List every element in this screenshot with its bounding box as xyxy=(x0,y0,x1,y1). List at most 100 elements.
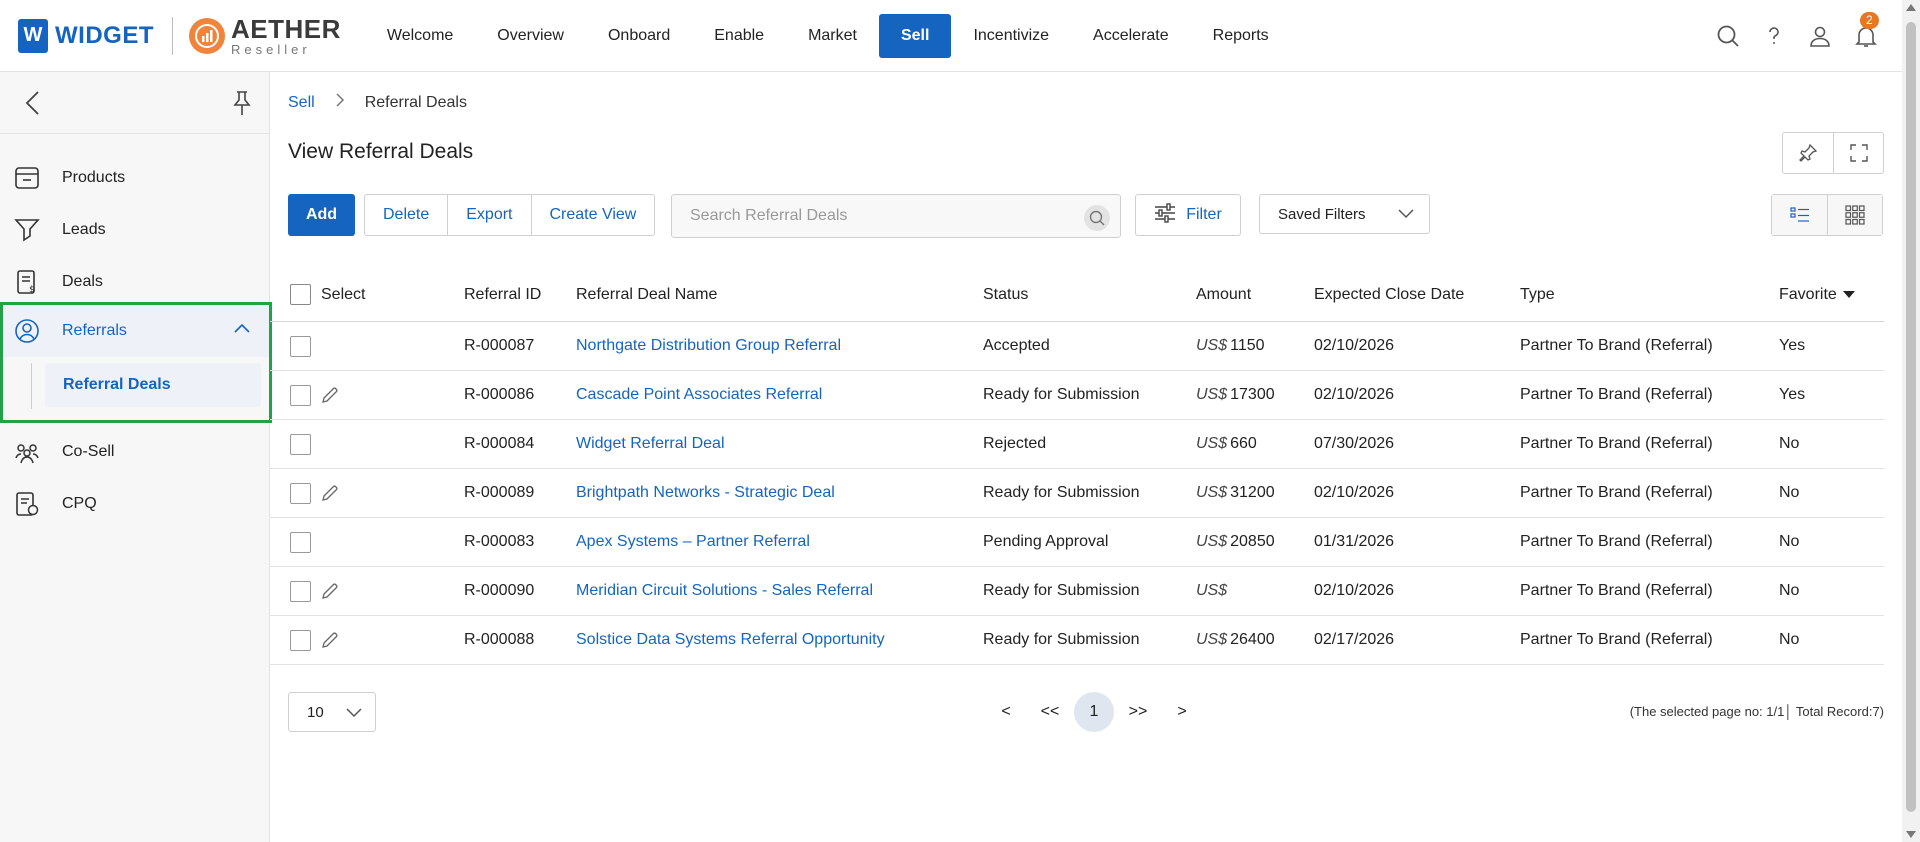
header-type[interactable]: Type xyxy=(1520,286,1779,304)
cell-status: Ready for Submission xyxy=(983,386,1140,403)
sidebar-group-referrals: Referrals Referral Deals xyxy=(0,302,272,423)
header-expected-close-date[interactable]: Expected Close Date xyxy=(1314,286,1520,304)
row-checkbox[interactable] xyxy=(290,384,311,406)
list-view-icon[interactable] xyxy=(1772,195,1827,235)
filter-label: Filter xyxy=(1186,206,1222,223)
page-number-button[interactable]: 1 xyxy=(1074,692,1114,732)
first-page-button[interactable]: << xyxy=(1028,703,1072,721)
nav-sell[interactable]: Sell xyxy=(878,13,952,58)
delete-button[interactable]: Delete xyxy=(365,195,447,235)
prev-page-button[interactable]: < xyxy=(984,703,1028,721)
brand-divider xyxy=(172,16,173,55)
cell-expected-close-date: 07/30/2026 xyxy=(1314,435,1395,452)
cell-deal-name-link[interactable]: Cascade Point Associates Referral xyxy=(576,386,983,404)
nav-onboard[interactable]: Onboard xyxy=(586,14,692,58)
edit-pencil-icon[interactable] xyxy=(321,582,339,600)
nav-overview[interactable]: Overview xyxy=(475,14,586,58)
nav-welcome[interactable]: Welcome xyxy=(365,14,475,58)
filter-button[interactable]: Filter xyxy=(1135,194,1241,236)
select-all-checkbox[interactable] xyxy=(290,284,311,305)
nav-market[interactable]: Market xyxy=(786,14,879,58)
brand-logo[interactable]: W WIDGET AETHER Reseller xyxy=(18,16,341,56)
table-row[interactable]: R-000089 Brightpath Networks - Strategic … xyxy=(270,469,1884,518)
pin-icon[interactable] xyxy=(1783,133,1833,173)
nav-enable[interactable]: Enable xyxy=(692,14,786,58)
row-checkbox[interactable] xyxy=(290,433,311,455)
table-row[interactable]: R-000090 Meridian Circuit Solutions - Sal… xyxy=(270,567,1884,616)
bell-icon[interactable]: 2 xyxy=(1854,12,1879,48)
table-row[interactable]: R-000088 Solstice Data Systems Referral O… xyxy=(270,616,1884,665)
help-icon[interactable] xyxy=(1762,24,1786,48)
sidebar-item-leads[interactable]: Leads xyxy=(0,204,269,256)
edit-pencil-icon[interactable] xyxy=(321,386,339,404)
cell-currency: US$ xyxy=(1196,484,1228,501)
cell-currency: US$ xyxy=(1196,337,1228,354)
header-amount[interactable]: Amount xyxy=(1196,286,1314,304)
row-checkbox[interactable] xyxy=(290,580,311,602)
sidebar-item-co-sell[interactable]: Co-Sell xyxy=(0,426,270,478)
breadcrumb-sell[interactable]: Sell xyxy=(288,94,315,112)
row-checkbox[interactable] xyxy=(290,482,311,504)
cell-deal-name-link[interactable]: Meridian Circuit Solutions - Sales Refer… xyxy=(576,582,983,600)
table-row[interactable]: R-000084 Widget Referral Deal Rejected US$ 6… xyxy=(270,420,1884,469)
sidebar-item-deals[interactable]: $ Deals xyxy=(0,256,269,308)
page-size-select[interactable]: 10 xyxy=(288,692,376,732)
header-referral-id[interactable]: Referral ID xyxy=(464,286,576,304)
table-row[interactable]: R-000083 Apex Systems – Partner Referral P… xyxy=(270,518,1884,567)
sidebar-item-cpq[interactable]: CPQ xyxy=(0,478,270,530)
scroll-up-icon[interactable] xyxy=(1906,4,1916,11)
export-button[interactable]: Export xyxy=(447,195,530,235)
header-status[interactable]: Status xyxy=(983,286,1196,304)
table-row[interactable]: R-000086 Cascade Point Associates Referra… xyxy=(270,371,1884,420)
cell-status: Rejected xyxy=(983,435,1047,452)
row-checkbox[interactable] xyxy=(290,531,311,553)
sidebar: Products Leads $ Deals Referrals Referra… xyxy=(0,72,272,842)
sidebar-item-products[interactable]: Products xyxy=(0,152,269,204)
create-view-button[interactable]: Create View xyxy=(530,195,655,235)
row-checkbox[interactable] xyxy=(290,335,311,357)
aether-logo-icon xyxy=(189,17,225,54)
chevron-left-icon[interactable] xyxy=(22,90,46,121)
scroll-thumb[interactable] xyxy=(1906,22,1916,812)
scroll-down-icon[interactable] xyxy=(1906,831,1916,838)
cell-expected-close-date: 02/10/2026 xyxy=(1314,337,1395,354)
search-icon[interactable] xyxy=(1716,24,1740,48)
cell-deal-name-link[interactable]: Brightpath Networks - Strategic Deal xyxy=(576,484,983,502)
table-row[interactable]: R-000087 Northgate Distribution Group Ref… xyxy=(270,322,1884,371)
cell-deal-name-link[interactable]: Northgate Distribution Group Referral xyxy=(576,337,983,355)
cell-favorite: No xyxy=(1779,582,1800,599)
cell-referral-id: R-000090 xyxy=(464,582,535,599)
cell-deal-name-link[interactable]: Solstice Data Systems Referral Opportuni… xyxy=(576,631,983,649)
notification-badge: 2 xyxy=(1860,12,1879,29)
nav-accelerate[interactable]: Accelerate xyxy=(1071,14,1191,58)
sidebar-item-referrals[interactable]: Referrals xyxy=(3,305,269,357)
cell-type: Partner To Brand (Referral) xyxy=(1520,533,1713,550)
chevron-up-icon[interactable] xyxy=(233,321,251,339)
next-page-button[interactable]: > xyxy=(1160,703,1204,721)
search-input[interactable] xyxy=(672,195,1062,237)
cell-currency: US$ xyxy=(1196,582,1228,599)
edit-pencil-icon[interactable] xyxy=(321,484,339,502)
edit-pencil-icon[interactable] xyxy=(321,631,339,649)
fullscreen-icon[interactable] xyxy=(1833,133,1883,173)
row-checkbox[interactable] xyxy=(290,629,311,651)
cell-deal-name-link[interactable]: Apex Systems – Partner Referral xyxy=(576,533,983,551)
cell-status: Ready for Submission xyxy=(983,582,1140,599)
nav-incentivize[interactable]: Incentivize xyxy=(951,14,1071,58)
pin-icon[interactable] xyxy=(231,90,253,121)
page-title: View Referral Deals xyxy=(288,140,474,163)
sidebar-subitem-referral-deals[interactable]: Referral Deals xyxy=(45,363,261,407)
search-icon[interactable] xyxy=(1084,205,1110,231)
saved-filters-dropdown[interactable]: Saved Filters xyxy=(1259,194,1430,234)
nav-reports[interactable]: Reports xyxy=(1191,14,1291,58)
header-favorite[interactable]: Favorite xyxy=(1779,286,1884,304)
sidebar-item-label: Leads xyxy=(62,221,106,238)
grid-view-icon[interactable] xyxy=(1827,195,1882,235)
last-page-button[interactable]: >> xyxy=(1116,703,1160,721)
scrollbar[interactable] xyxy=(1902,0,1920,842)
add-button[interactable]: Add xyxy=(288,194,355,236)
cell-deal-name-link[interactable]: Widget Referral Deal xyxy=(576,435,983,453)
tree-line xyxy=(31,363,32,409)
header-referral-deal-name[interactable]: Referral Deal Name xyxy=(576,286,983,304)
user-icon[interactable] xyxy=(1808,24,1832,48)
